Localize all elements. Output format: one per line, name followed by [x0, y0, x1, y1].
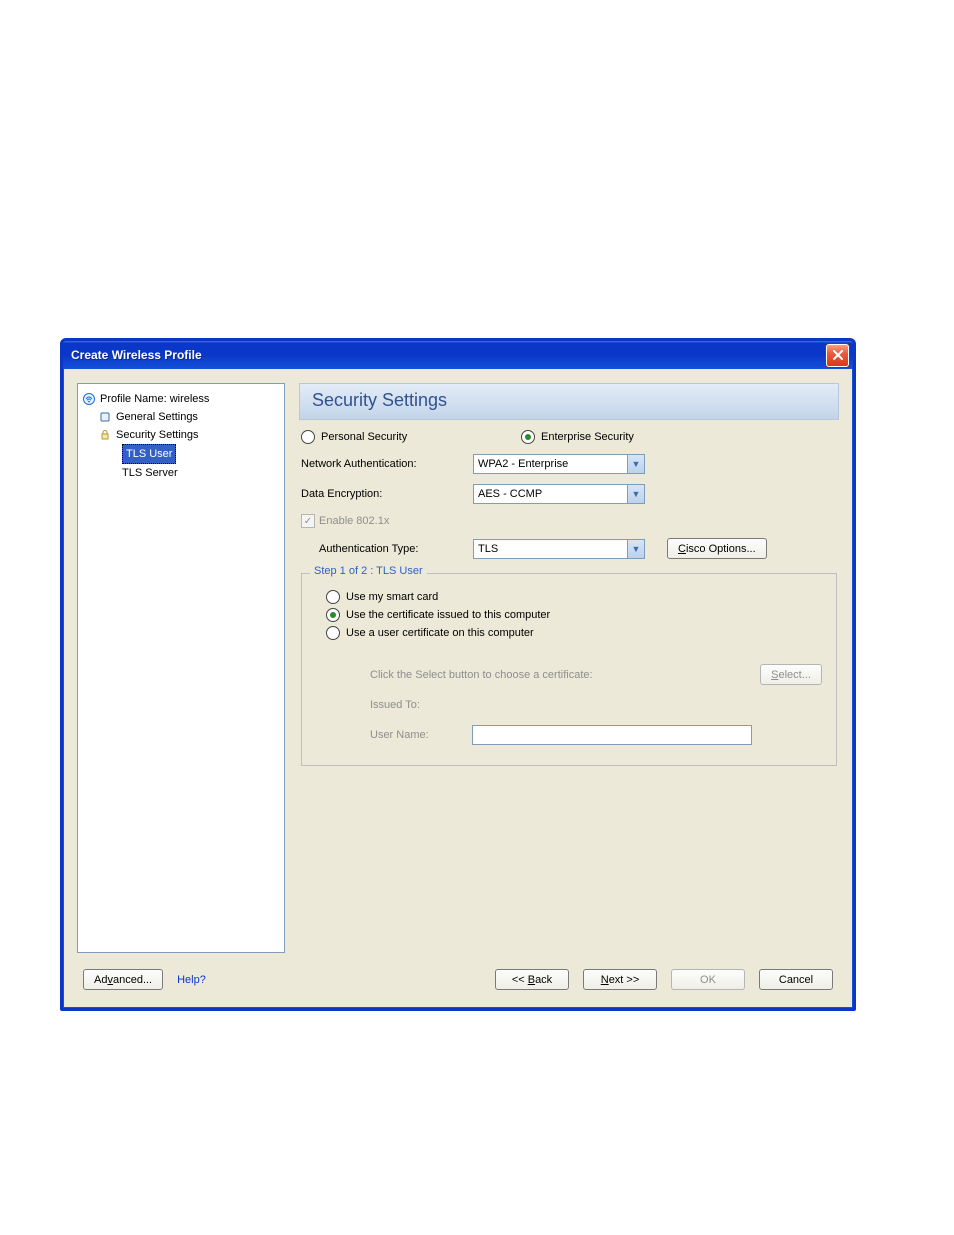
close-button[interactable] — [826, 344, 849, 367]
radio-icon — [301, 430, 315, 444]
field-label: Network Authentication: — [301, 458, 473, 470]
radio-label: Use my smart card — [346, 591, 438, 603]
tree-item-tls-server[interactable]: TLS Server — [82, 464, 280, 482]
data-encryption-select[interactable]: AES - CCMP ▼ — [473, 484, 645, 504]
radio-label: Use the certificate issued to this compu… — [346, 609, 550, 621]
radio-personal-security[interactable]: Personal Security — [301, 430, 521, 444]
cisco-options-button[interactable]: Cisco Options... — [667, 538, 767, 559]
form-area: Personal Security Enterprise Security Ne… — [299, 420, 839, 766]
next-button[interactable]: Next >> — [583, 969, 657, 990]
window-title: Create Wireless Profile — [71, 348, 202, 362]
select-cert-button: Select... — [760, 664, 822, 685]
tls-user-groupbox: Step 1 of 2 : TLS User Use my smart card… — [301, 573, 837, 766]
tree-label: General Settings — [116, 408, 198, 426]
select-value: TLS — [478, 543, 498, 555]
settings-panel: Security Settings Personal Security Ente… — [299, 383, 839, 953]
radio-enterprise-security[interactable]: Enterprise Security — [521, 430, 634, 444]
radio-label: Use a user certificate on this computer — [346, 627, 534, 639]
network-authentication-row: Network Authentication: WPA2 - Enterpris… — [301, 454, 837, 474]
tree-label-selected: TLS User — [122, 444, 176, 464]
radio-icon — [326, 590, 340, 604]
tree-label: Security Settings — [116, 426, 199, 444]
lock-icon — [98, 428, 112, 442]
groupbox-legend: Step 1 of 2 : TLS User — [310, 565, 427, 577]
dialog-window: Create Wireless Profile Profile Name: wi… — [60, 338, 856, 1011]
select-value: AES - CCMP — [478, 488, 542, 500]
radio-icon — [326, 626, 340, 640]
right-button-group: << Back Next >> OK Cancel — [495, 969, 833, 990]
close-icon — [833, 350, 843, 360]
help-link[interactable]: Help? — [177, 974, 206, 986]
select-cert-row: Click the Select button to choose a cert… — [370, 664, 822, 685]
tree-label: TLS Server — [122, 464, 178, 482]
certificate-area: Click the Select button to choose a cert… — [316, 640, 822, 745]
radio-icon — [521, 430, 535, 444]
radio-label: Enterprise Security — [541, 431, 634, 443]
dialog-content: Profile Name: wireless General Settings … — [63, 369, 853, 1008]
tree-item-tls-user[interactable]: TLS User — [82, 444, 280, 464]
checkbox-label: Enable 802.1x — [319, 515, 389, 527]
authentication-type-row: Authentication Type: TLS ▼ Cisco Options… — [301, 538, 837, 559]
radio-use-cert-computer[interactable]: Use the certificate issued to this compu… — [326, 608, 822, 622]
radio-icon — [326, 608, 340, 622]
radio-use-user-cert[interactable]: Use a user certificate on this computer — [326, 626, 822, 640]
advanced-button[interactable]: Advanced... — [83, 969, 163, 990]
chevron-down-icon: ▼ — [627, 485, 644, 503]
authentication-type-select[interactable]: TLS ▼ — [473, 539, 645, 559]
user-name-input[interactable] — [472, 725, 752, 745]
field-label: Authentication Type: — [301, 543, 473, 555]
ok-button: OK — [671, 969, 745, 990]
back-button[interactable]: << Back — [495, 969, 569, 990]
left-button-group: Advanced... Help? — [83, 969, 206, 990]
select-value: WPA2 - Enterprise — [478, 458, 568, 470]
chevron-down-icon: ▼ — [627, 540, 644, 558]
field-label: User Name: — [370, 729, 462, 741]
main-row: Profile Name: wireless General Settings … — [77, 383, 839, 953]
hint-text: Click the Select button to choose a cert… — [370, 669, 593, 681]
gear-icon — [98, 410, 112, 424]
user-name-row: User Name: — [370, 725, 822, 745]
tree-item-general[interactable]: General Settings — [82, 408, 280, 426]
field-label: Issued To: — [370, 699, 462, 711]
data-encryption-row: Data Encryption: AES - CCMP ▼ — [301, 484, 837, 504]
checkbox-icon: ✓ — [301, 514, 315, 528]
radio-label: Personal Security — [321, 431, 407, 443]
button-label-rest: isco Options... — [686, 543, 756, 555]
dialog-buttons: Advanced... Help? << Back Next >> OK Can… — [77, 965, 839, 998]
titlebar: Create Wireless Profile — [63, 341, 853, 369]
chevron-down-icon: ▼ — [627, 455, 644, 473]
security-mode-radios: Personal Security Enterprise Security — [301, 430, 837, 444]
tree-label: Profile Name: wireless — [100, 390, 209, 408]
network-authentication-select[interactable]: WPA2 - Enterprise ▼ — [473, 454, 645, 474]
panel-heading: Security Settings — [299, 383, 839, 420]
enable-8021x-row: ✓ Enable 802.1x — [301, 514, 837, 528]
nav-tree: Profile Name: wireless General Settings … — [77, 383, 285, 953]
wifi-icon — [82, 392, 96, 406]
radio-use-smart-card[interactable]: Use my smart card — [326, 590, 822, 604]
tree-item-security[interactable]: Security Settings — [82, 426, 280, 444]
field-label: Data Encryption: — [301, 488, 473, 500]
tree-item-profile[interactable]: Profile Name: wireless — [82, 390, 280, 408]
cancel-button[interactable]: Cancel — [759, 969, 833, 990]
issued-to-row: Issued To: — [370, 699, 822, 711]
